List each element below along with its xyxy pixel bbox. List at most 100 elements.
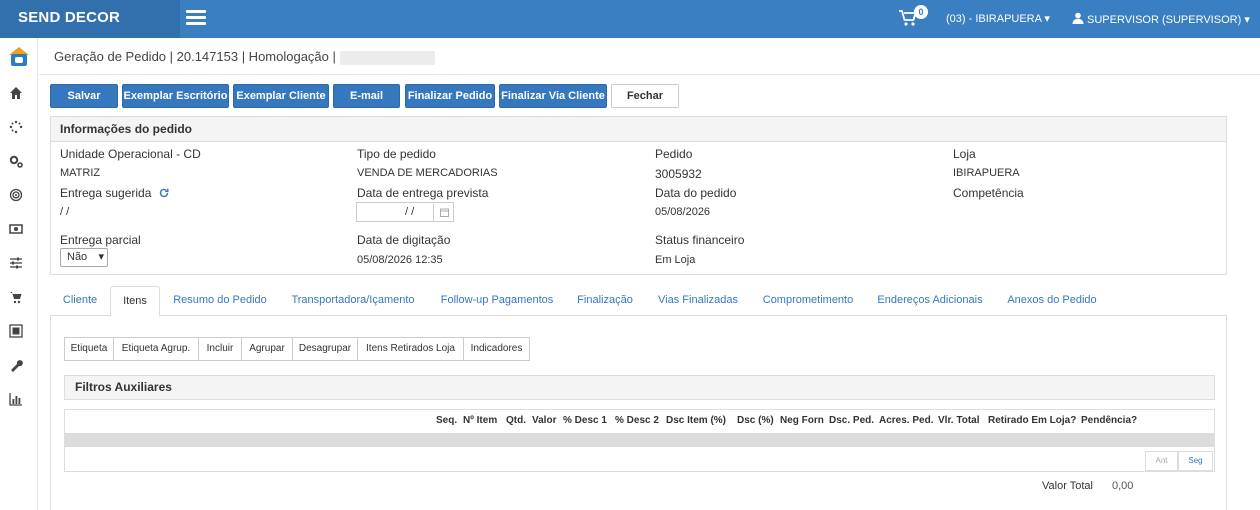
user-icon	[1072, 12, 1084, 24]
col-item-no[interactable]: Nº Item	[463, 415, 497, 426]
spinner-icon[interactable]	[9, 120, 29, 138]
partial-delivery-select[interactable]: Não ▾	[60, 248, 108, 267]
gears-icon[interactable]	[9, 154, 29, 172]
sliders-icon[interactable]	[9, 256, 29, 274]
col-neg-forn[interactable]: Neg Forn	[780, 415, 824, 426]
money-icon[interactable]	[9, 222, 29, 240]
col-total[interactable]: Vlr. Total	[938, 415, 980, 426]
order-number-label: Pedido	[655, 147, 693, 161]
tab-comprometimento[interactable]: Comprometimento	[758, 286, 858, 316]
cart-count-badge: 0	[914, 5, 928, 19]
wrench-icon[interactable]	[9, 358, 29, 376]
tab-anexos[interactable]: Anexos do Pedido	[1001, 286, 1103, 316]
expected-delivery-field[interactable]: / /	[356, 202, 454, 222]
home-icon[interactable]	[9, 86, 29, 104]
cart-icon[interactable]: 0	[898, 5, 928, 30]
suggested-delivery-label-text: Entrega sugerida	[60, 186, 152, 200]
tab-vias-finalizadas[interactable]: Vias Finalizadas	[651, 286, 745, 316]
main-content: Geração de Pedido | 20.147153 | Homologa…	[39, 38, 1260, 510]
suggested-delivery-value: / /	[60, 206, 70, 218]
order-type-value: VENDA DE MERCADORIAS	[357, 167, 498, 179]
order-info-title: Informações do pedido	[51, 117, 1226, 142]
col-disc[interactable]: Dsc (%)	[737, 415, 774, 426]
shopping-cart-icon[interactable]	[9, 290, 29, 308]
email-button[interactable]: E-mail	[333, 84, 400, 108]
breadcrumb-text: Geração de Pedido | 20.147153 | Homologa…	[54, 49, 336, 64]
brand-logo[interactable]: SEND DECOR	[0, 0, 180, 38]
include-button[interactable]: Incluir	[198, 337, 242, 361]
sidebar	[0, 38, 38, 510]
store-withdrawn-items-button[interactable]: Itens Retirados Loja	[357, 337, 464, 361]
expected-delivery-value: / /	[405, 206, 415, 218]
chevron-down-icon: ▾	[98, 251, 104, 263]
col-value[interactable]: Valor	[532, 415, 556, 426]
home-logo-icon[interactable]	[8, 46, 30, 68]
grid-header: Seq. Nº Item Qtd. Valor % Desc 1 % Desc …	[65, 410, 1214, 433]
calendar-icon[interactable]	[433, 204, 454, 221]
typing-date-value: 05/08/2026 12:35	[357, 254, 443, 266]
items-tab-panel: Etiqueta Etiqueta Agrup. Incluir Agrupar…	[50, 316, 1227, 510]
total-value: 0,00	[1112, 480, 1134, 492]
tab-enderecos[interactable]: Endereços Adicionais	[872, 286, 988, 316]
order-date-label: Data do pedido	[655, 186, 737, 200]
group-button[interactable]: Agrupar	[241, 337, 293, 361]
label-button[interactable]: Etiqueta	[64, 337, 114, 361]
target-icon[interactable]	[9, 188, 29, 206]
tab-finalizacao[interactable]: Finalização	[572, 286, 638, 316]
col-order-disc[interactable]: Dsc. Ped.	[829, 415, 874, 426]
competence-label: Competência	[953, 186, 1024, 200]
bar-chart-icon[interactable]	[9, 392, 29, 410]
partial-delivery-label: Entrega parcial	[60, 233, 141, 247]
table-row	[65, 433, 1214, 447]
client-copy-button[interactable]: Exemplar Cliente	[233, 84, 329, 108]
tab-follow-up[interactable]: Follow-up Pagamentos	[435, 286, 559, 316]
order-number-value: 3005932	[655, 167, 702, 181]
financial-status-label: Status financeiro	[655, 233, 745, 247]
col-order-add[interactable]: Acres. Ped.	[879, 415, 933, 426]
close-button[interactable]: Fechar	[611, 84, 679, 108]
redacted-name	[339, 50, 435, 65]
tab-itens[interactable]: Itens	[110, 286, 160, 317]
next-page-button[interactable]: Seg	[1178, 451, 1213, 471]
col-seq[interactable]: Seq.	[436, 415, 457, 426]
finalize-client-button[interactable]: Finalizar Via Cliente	[499, 84, 607, 108]
save-button[interactable]: Salvar	[50, 84, 118, 108]
store-selector[interactable]: (03) - IBIRAPUERA ▾	[946, 12, 1050, 25]
ungroup-button[interactable]: Desagrupar	[292, 337, 358, 361]
tab-resumo[interactable]: Resumo do Pedido	[168, 286, 272, 316]
store-selector-label: (03) - IBIRAPUERA	[946, 13, 1042, 25]
items-grid: Seq. Nº Item Qtd. Valor % Desc 1 % Desc …	[64, 409, 1215, 472]
indicators-button[interactable]: Indicadores	[463, 337, 530, 361]
aux-filters-header[interactable]: Filtros Auxiliares	[64, 375, 1215, 400]
col-qty[interactable]: Qtd.	[506, 415, 526, 426]
office-copy-button[interactable]: Exemplar Escritório	[122, 84, 229, 108]
order-type-label: Tipo de pedido	[357, 147, 436, 161]
unit-value: MATRIZ	[60, 167, 101, 179]
group-label-button[interactable]: Etiqueta Agrup.	[113, 337, 199, 361]
order-info-panel: Informações do pedido Unidade Operaciona…	[50, 116, 1227, 275]
breadcrumb: Geração de Pedido | 20.147153 | Homologa…	[39, 38, 1260, 75]
finalize-order-button[interactable]: Finalizar Pedido	[405, 84, 495, 108]
top-bar: SEND DECOR 0 (03) - IBIRAPUERA ▾ SUPERVI…	[0, 0, 1260, 38]
typing-date-label: Data de digitação	[357, 233, 451, 247]
col-pending[interactable]: Pendência?	[1081, 415, 1137, 426]
col-disc1[interactable]: % Desc 1	[563, 415, 607, 426]
store-value: IBIRAPUERA	[953, 167, 1020, 179]
prev-page-button[interactable]: Ant	[1145, 451, 1178, 471]
col-store-withdrawn[interactable]: Retirado Em Loja?	[988, 415, 1076, 426]
total-label: Valor Total	[1042, 480, 1093, 492]
col-disc2[interactable]: % Desc 2	[615, 415, 659, 426]
tab-transportadora[interactable]: Transportadora/Içamento	[285, 286, 421, 316]
store-label: Loja	[953, 147, 976, 161]
tab-bar: Cliente Itens Resumo do Pedido Transport…	[50, 286, 1227, 317]
menu-icon[interactable]	[186, 10, 206, 26]
financial-status-value: Em Loja	[655, 254, 696, 266]
refresh-icon[interactable]	[159, 188, 169, 198]
user-menu[interactable]: SUPERVISOR (SUPERVISOR) ▾	[1072, 12, 1250, 26]
col-item-disc[interactable]: Dsc Item (%)	[666, 415, 726, 426]
user-menu-label: SUPERVISOR (SUPERVISOR)	[1087, 14, 1242, 26]
partial-delivery-value: Não	[67, 251, 88, 263]
chevron-down-icon: ▾	[1044, 13, 1050, 25]
object-group-icon[interactable]	[9, 324, 29, 342]
tab-cliente[interactable]: Cliente	[56, 286, 104, 316]
